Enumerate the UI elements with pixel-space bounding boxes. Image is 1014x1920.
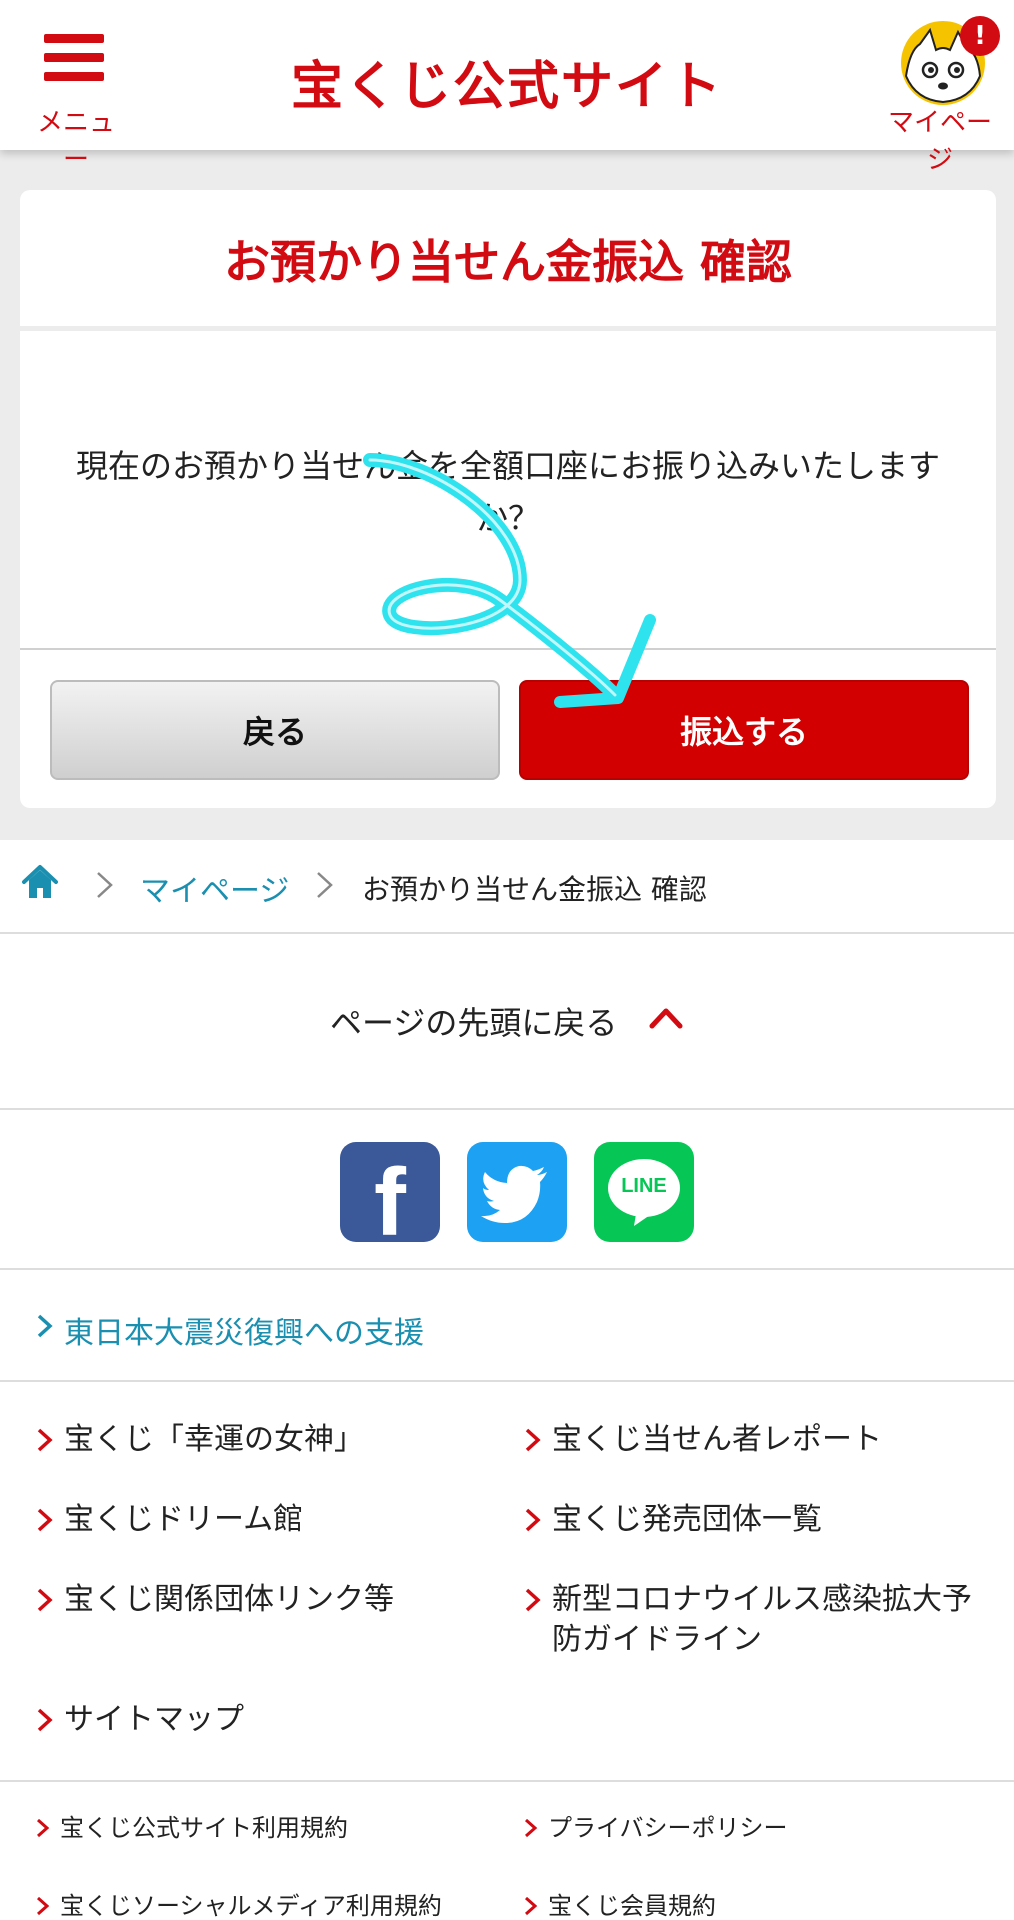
breadcrumb-mypage-link[interactable]: マイページ: [140, 866, 289, 910]
chevron-right-icon: [37, 1588, 53, 1612]
social-links: f LINE: [0, 1110, 1014, 1270]
mypage-button[interactable]: ! マイページ: [880, 14, 1000, 175]
home-icon[interactable]: [20, 862, 60, 902]
breadcrumb: マイページ お預かり当せん金振込 確認: [0, 840, 1014, 934]
footer-link-label: 宝くじ関係団体リンク等: [64, 1582, 394, 1617]
menu-button[interactable]: メニュー: [26, 28, 126, 175]
back-to-top-section: ページの先頭に戻る: [0, 936, 1014, 1110]
facebook-button[interactable]: f: [340, 1142, 440, 1256]
footer-link-label: サイトマップ: [64, 1702, 244, 1737]
twitter-button[interactable]: [467, 1142, 567, 1242]
site-logo: 宝くじ公式サイト: [290, 57, 723, 117]
chevron-right-icon: [37, 1314, 53, 1338]
policy-link-label: プライバシーポリシー: [548, 1814, 788, 1842]
breadcrumb-current: お預かり当せん金振込 確認: [362, 873, 707, 906]
footer-links: 宝くじ「幸運の女神」 宝くじ当せん者レポート 宝くじドリーム館 宝くじ発売団体一…: [0, 1382, 1014, 1782]
chevron-right-icon: [37, 1708, 53, 1732]
policy-link[interactable]: 宝くじ公式サイト利用規約: [36, 1812, 348, 1844]
footer-link[interactable]: 宝くじドリーム館: [36, 1500, 303, 1540]
chevron-right-icon: [37, 1428, 53, 1452]
back-to-top-link[interactable]: ページの先頭に戻る: [330, 994, 690, 1044]
twitter-bird-icon: [481, 1165, 547, 1223]
notification-badge: !: [960, 16, 1000, 56]
footer-link[interactable]: 宝くじ「幸運の女神」: [36, 1420, 364, 1460]
footer-link[interactable]: 新型コロナウイルス感染拡大予防ガイドライン: [524, 1580, 994, 1660]
back-button[interactable]: 戻る: [50, 680, 500, 780]
chevron-right-icon: [525, 1508, 541, 1532]
footer-link[interactable]: 宝くじ発売団体一覧: [524, 1500, 822, 1540]
confirm-message: 現在のお預かり当せん金を全額口座にお振り込みいたしますか？: [75, 447, 940, 537]
chevron-right-icon: [525, 1588, 541, 1612]
footer-policy-links: 宝くじ公式サイト利用規約 プライバシーポリシー 宝くじソーシャルメディア利用規約…: [0, 1784, 1014, 1920]
page-title: お預かり当せん金振込 確認: [223, 235, 792, 289]
footer-link[interactable]: サイトマップ: [36, 1700, 244, 1740]
chevron-right-icon: [37, 1818, 50, 1838]
chevron-right-icon: [317, 872, 333, 898]
chevron-right-icon: [37, 1508, 53, 1532]
support-section: 東日本大震災復興への支援: [0, 1270, 1014, 1382]
chevron-right-icon: [97, 872, 113, 898]
footer-link-label: 宝くじドリーム館: [64, 1502, 304, 1537]
divider: [20, 326, 996, 331]
footer-link-label: 宝くじ発売団体一覧: [552, 1502, 822, 1537]
footer-link[interactable]: 宝くじ関係団体リンク等: [36, 1580, 394, 1620]
footer-link[interactable]: 宝くじ当せん者レポート: [524, 1420, 882, 1460]
confirm-dialog-card: お預かり当せん金振込 確認 現在のお預かり当せん金を全額口座にお振り込みいたしま…: [20, 190, 996, 808]
menu-label: メニュー: [36, 108, 115, 175]
line-logo-text: LINE: [621, 1175, 667, 1197]
policy-link-label: 宝くじ会員規約: [548, 1892, 716, 1920]
facebook-icon: f: [374, 1149, 406, 1256]
policy-link-label: 宝くじソーシャルメディア利用規約: [60, 1892, 442, 1920]
support-link[interactable]: 東日本大震災復興への支援: [64, 1308, 424, 1352]
policy-link[interactable]: プライバシーポリシー: [524, 1812, 788, 1844]
back-to-top-label: ページの先頭に戻る: [330, 1004, 618, 1042]
mypage-label: マイページ: [887, 108, 992, 175]
chevron-right-icon: [525, 1428, 541, 1452]
hamburger-icon: [44, 34, 104, 91]
divider: [20, 648, 996, 650]
chevron-right-icon: [525, 1818, 538, 1838]
footer-link-label: 宝くじ「幸運の女神」: [64, 1422, 364, 1457]
line-button[interactable]: LINE: [594, 1142, 694, 1242]
chevron-right-icon: [525, 1896, 538, 1916]
footer-link-label: 宝くじ当せん者レポート: [552, 1422, 882, 1457]
policy-link[interactable]: 宝くじ会員規約: [524, 1890, 716, 1920]
chevron-up-icon: [649, 1008, 683, 1029]
policy-link[interactable]: 宝くじソーシャルメディア利用規約: [36, 1890, 442, 1920]
chevron-right-icon: [37, 1896, 50, 1916]
policy-link-label: 宝くじ公式サイト利用規約: [60, 1814, 348, 1842]
transfer-button[interactable]: 振込する: [519, 680, 969, 780]
footer-link-label: 新型コロナウイルス感染拡大予防ガイドライン: [552, 1582, 972, 1657]
site-header: メニュー 宝くじ公式サイト ! マイページ: [0, 0, 1014, 175]
